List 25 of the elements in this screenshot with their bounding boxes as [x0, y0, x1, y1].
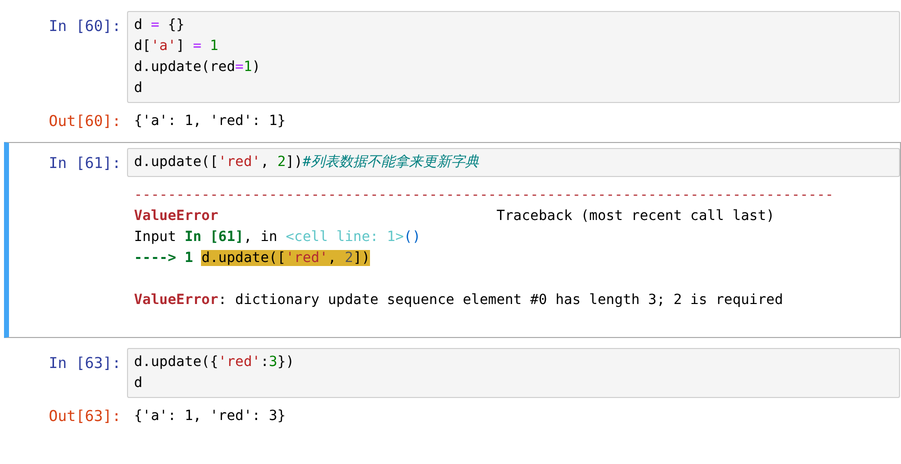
code-line: d['a'] = 1	[134, 37, 218, 56]
output-line: ValueError: dictionary update sequence element #0 has length 3; 2 is required	[134, 291, 784, 310]
notebook-cell[interactable]: In [63]: d.update({'red':3}) d Out[63]: {'a': 1, 'red': 3}	[4, 342, 901, 433]
input-prompt: In [60]:	[48, 16, 122, 37]
code-editor[interactable]: d.update({'red':3}) d	[127, 348, 900, 398]
output-line: ValueError Traceback (most recent call last)	[134, 207, 775, 226]
input-prompt: In [63]:	[48, 353, 122, 374]
code-line: d.update(['red', 2])#列表数据不能拿来更新字典	[134, 153, 480, 172]
selected-cell[interactable]	[4, 142, 901, 338]
code-editor[interactable]: d.update(['red', 2])#列表数据不能拿来更新字典	[127, 148, 900, 177]
input-prompt: In [61]:	[48, 153, 122, 174]
code-line: d.update({'red':3})	[134, 353, 294, 372]
output-prompt: Out[60]:	[48, 112, 121, 130]
code-editor[interactable]: d = {} d['a'] = 1 d.update(red=1) d	[127, 11, 900, 103]
output-line: -----------------------------------------------------------------------------------	[134, 186, 834, 205]
output-prompt: Out[63]:	[48, 407, 121, 425]
code-line: d = {}	[134, 16, 185, 35]
notebook-cell[interactable]: In [60]: d = {} d['a'] = 1 d.update(red=1) d Out[60]: {'a': 1, 'red': 1}	[4, 5, 901, 138]
output-line: ----> 1 d.update(['red', 2])	[134, 249, 370, 268]
output-line: Input In [61], in <cell line: 1>()	[134, 228, 421, 247]
code-line: d	[134, 79, 142, 98]
code-line: d.update(red=1)	[134, 58, 260, 77]
code-line: d	[134, 374, 142, 393]
output-line: {'a': 1, 'red': 3}	[134, 407, 286, 426]
output-line: {'a': 1, 'red': 1}	[134, 112, 286, 131]
